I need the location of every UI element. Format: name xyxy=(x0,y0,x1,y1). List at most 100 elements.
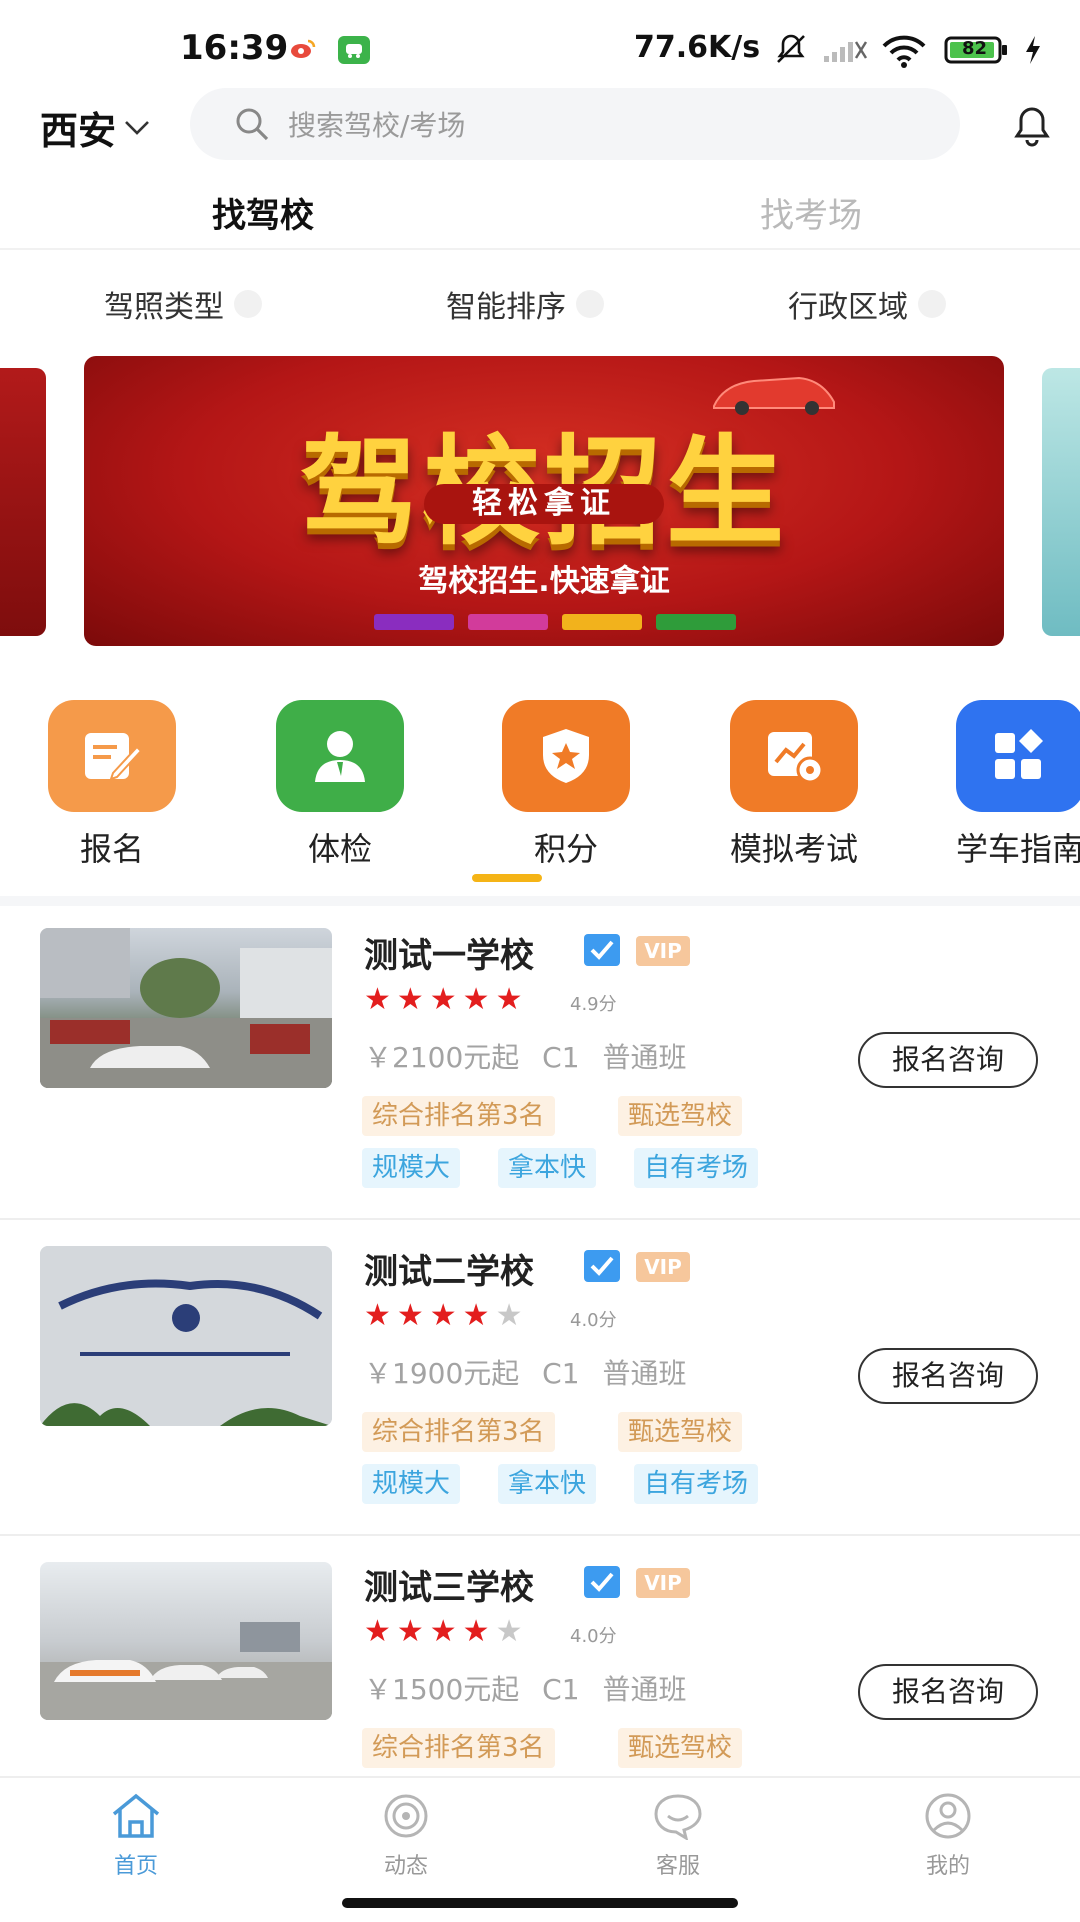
tab-find-school[interactable]: 找驾校 xyxy=(212,188,314,237)
tag-fast-license: 拿本快 xyxy=(498,1148,597,1188)
banner-subtitle: 驾校招生.快速拿证 xyxy=(418,564,670,599)
search-icon xyxy=(234,106,270,142)
rating-score: 4.9分 xyxy=(570,994,617,1015)
dropdown-icon xyxy=(576,290,604,318)
city-name: 西安 xyxy=(40,109,117,153)
tag-own-exam-site: 自有考场 xyxy=(634,1464,759,1504)
menu-item-points[interactable]: 积分 xyxy=(502,700,666,870)
nav-label: 我的 xyxy=(925,1854,970,1879)
rating-score: 4.0分 xyxy=(570,1626,617,1647)
search-placeholder: 搜索驾校/考场 xyxy=(288,109,466,142)
school-card[interactable]: 测试一学校 VIP ★★★★★ 4.9分 ￥2100元起 C1 普通班 报名咨询… xyxy=(0,920,1080,1234)
banner-prev-peek[interactable] xyxy=(0,368,46,636)
menu-label: 报名 xyxy=(79,830,144,868)
verified-icon xyxy=(584,1566,620,1598)
bell-icon[interactable] xyxy=(1010,104,1054,152)
menu-label: 积分 xyxy=(533,830,598,868)
license-type: C1 xyxy=(542,1041,580,1074)
filter-label: 行政区域 xyxy=(788,290,908,325)
vip-badge: VIP xyxy=(636,1568,690,1598)
card-divider xyxy=(0,1218,1080,1220)
chat-icon xyxy=(654,1794,702,1842)
exam-chart-icon xyxy=(730,700,858,812)
status-bar: 16:39 77.6K/s 82 xyxy=(0,0,1080,100)
tag-selected: 甄选驾校 xyxy=(618,1728,743,1768)
nav-label: 客服 xyxy=(655,1854,700,1879)
grid-apps-icon xyxy=(956,700,1080,812)
rating-stars: ★★★★★ xyxy=(364,1298,529,1333)
tag-scale: 规模大 xyxy=(362,1464,461,1504)
rating-score: 4.0分 xyxy=(570,1310,617,1331)
tag-ranking: 综合排名第3名 xyxy=(362,1096,555,1136)
banner-decor-pills xyxy=(374,614,736,630)
nav-label: 首页 xyxy=(113,1854,158,1879)
nav-profile[interactable]: 我的 xyxy=(888,1792,1008,1880)
weibo-icon xyxy=(290,38,316,64)
edit-form-icon xyxy=(48,700,176,812)
tag-ranking: 综合排名第3名 xyxy=(362,1412,555,1452)
home-indicator[interactable] xyxy=(342,1898,738,1908)
cellular-signal-icon xyxy=(822,36,870,68)
consult-button[interactable]: 报名咨询 xyxy=(858,1032,1038,1088)
shield-star-icon xyxy=(502,700,630,812)
tag-own-exam-site: 自有考场 xyxy=(634,1148,759,1188)
app-notification-icon xyxy=(338,36,370,68)
menu-item-mock-exam[interactable]: 模拟考试 xyxy=(730,700,894,870)
tab-divider xyxy=(0,248,1080,250)
school-name: 测试三学校 xyxy=(364,1568,534,1608)
filter-district[interactable]: 行政区域 xyxy=(788,282,946,326)
class-type: 普通班 xyxy=(602,1357,687,1390)
tag-selected: 甄选驾校 xyxy=(618,1096,743,1136)
filter-license-type[interactable]: 驾照类型 xyxy=(104,282,262,326)
menu-item-signup[interactable]: 报名 xyxy=(48,700,212,870)
promo-banner[interactable]: 驾校招生 轻松拿证 驾校招生.快速拿证 xyxy=(84,356,1004,646)
filter-smart-sort[interactable]: 智能排序 xyxy=(446,282,604,326)
nav-home[interactable]: 首页 xyxy=(76,1792,196,1880)
home-icon xyxy=(112,1793,160,1838)
tag-fast-license: 拿本快 xyxy=(498,1464,597,1504)
search-bar[interactable]: 搜索驾校/考场 xyxy=(190,88,960,160)
banner-next-peek[interactable] xyxy=(1042,368,1080,636)
nav-feed[interactable]: 动态 xyxy=(346,1792,466,1880)
verified-icon xyxy=(584,934,620,966)
nav-customer-service[interactable]: 客服 xyxy=(618,1792,738,1880)
school-photo xyxy=(40,1246,332,1426)
menu-label: 模拟考试 xyxy=(729,830,858,868)
battery-level: 82 xyxy=(962,38,988,59)
consult-button[interactable]: 报名咨询 xyxy=(858,1664,1038,1720)
filter-label: 驾照类型 xyxy=(104,290,224,325)
tab-find-exam-site[interactable]: 找考场 xyxy=(760,188,862,237)
license-type: C1 xyxy=(542,1673,580,1706)
car-illustration xyxy=(713,376,835,415)
network-speed: 77.6K/s xyxy=(634,30,761,65)
dropdown-icon xyxy=(918,290,946,318)
class-type: 普通班 xyxy=(602,1673,687,1706)
rating-stars: ★★★★★ xyxy=(364,982,529,1017)
banner-slogan: 轻松拿证 xyxy=(424,484,664,524)
price: ￥1900元起 xyxy=(364,1357,520,1390)
price: ￥1500元起 xyxy=(364,1673,520,1706)
mute-icon xyxy=(774,32,808,70)
person-icon xyxy=(276,700,404,812)
tag-selected: 甄选驾校 xyxy=(618,1412,743,1452)
city-selector[interactable]: 西安 xyxy=(40,100,150,155)
school-name: 测试一学校 xyxy=(364,936,534,976)
menu-item-medical-check[interactable]: 体检 xyxy=(276,700,440,870)
status-time: 16:39 xyxy=(180,28,289,68)
chevron-down-icon xyxy=(125,120,149,135)
wifi-icon xyxy=(882,34,926,72)
school-card[interactable]: 测试二学校 VIP ★★★★★ 4.0分 ￥1900元起 C1 普通班 报名咨询… xyxy=(0,1236,1080,1550)
vip-badge: VIP xyxy=(636,1252,690,1282)
tag-ranking: 综合排名第3名 xyxy=(362,1728,555,1768)
price-info: ￥1900元起 C1 普通班 xyxy=(364,1352,686,1392)
school-name: 测试二学校 xyxy=(364,1252,534,1292)
license-type: C1 xyxy=(542,1357,580,1390)
verified-icon xyxy=(584,1250,620,1282)
menu-label: 体检 xyxy=(307,830,372,868)
menu-item-driving-guide[interactable]: 学车指南 xyxy=(956,700,1080,870)
feed-icon xyxy=(384,1794,428,1838)
menu-scroll-indicator xyxy=(472,874,542,882)
school-card[interactable]: 测试三学校 VIP ★★★★★ 4.0分 ￥1500元起 C1 普通班 报名咨询… xyxy=(0,1552,1080,1776)
charging-icon xyxy=(1024,36,1042,68)
consult-button[interactable]: 报名咨询 xyxy=(858,1348,1038,1404)
